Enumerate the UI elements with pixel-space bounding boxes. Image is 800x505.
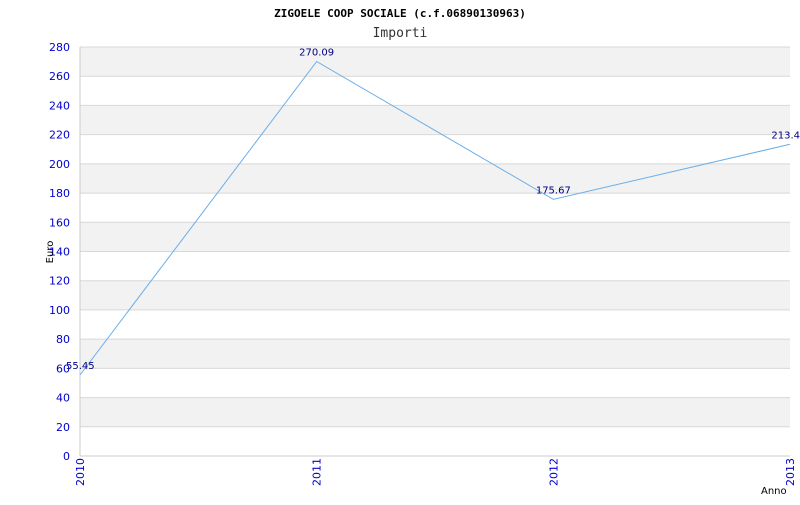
data-label: 175.67 [536,185,571,196]
x-tick-label: 2013 [784,458,797,486]
y-tick-label: 200 [49,158,70,171]
plot-band [80,426,790,456]
plot-band [80,134,790,164]
y-tick-label: 0 [63,450,70,463]
y-tick-label: 260 [49,70,70,83]
y-tick-label: 240 [49,99,70,112]
y-tick-label: 80 [56,333,70,346]
plot-band [80,280,790,310]
plot-band [80,251,790,281]
chart-container: ZIGOELE COOP SOCIALE (c.f.06890130963) I… [0,0,800,500]
y-tick-label: 280 [49,41,70,54]
plot-band [80,47,790,77]
data-label: 213.4 [771,130,800,141]
data-label: 270.09 [299,47,334,58]
plot-band [80,397,790,427]
y-tick-label: 160 [49,216,70,229]
x-tick-labels: 2010 2011 2012 2013 [74,458,797,486]
plot-band [80,76,790,106]
y-axis-title: Euro [45,241,56,264]
y-tick-label: 180 [49,187,70,200]
plot-band [80,368,790,398]
data-label: 55.45 [66,361,95,372]
y-tick-label: 120 [49,275,70,288]
y-tick-label: 220 [49,129,70,142]
x-tick-label: 2011 [311,458,324,486]
x-axis-title: Anno [761,486,787,497]
y-tick-label: 20 [56,421,70,434]
plot-band [80,163,790,194]
plot-band [80,193,790,223]
plot-band [80,222,790,252]
y-tick-label: 40 [56,392,70,405]
line-chart: ZIGOELE COOP SOCIALE (c.f.06890130963) I… [45,7,800,497]
y-tick-label: 100 [49,304,70,317]
x-tick-label: 2010 [74,458,87,486]
plot-band [80,339,790,369]
x-tick-label: 2012 [547,458,560,486]
plot-band [80,309,790,340]
chart-subtitle: Importi [373,26,428,41]
chart-title: ZIGOELE COOP SOCIALE (c.f.06890130963) [274,7,526,20]
